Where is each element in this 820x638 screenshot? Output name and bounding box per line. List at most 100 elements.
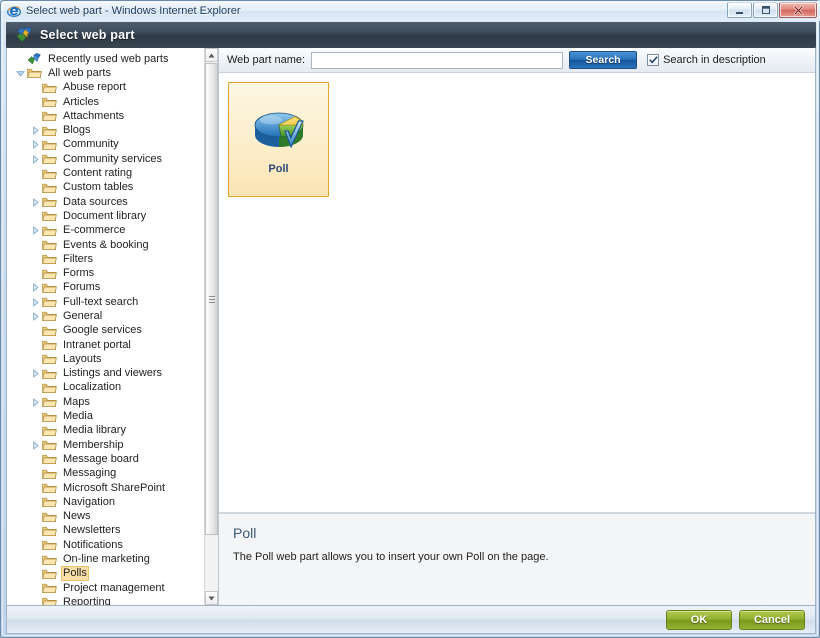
tree-item-abuse-report[interactable]: Abuse report bbox=[7, 81, 205, 95]
chevron-right-icon[interactable] bbox=[29, 396, 42, 409]
folder-icon bbox=[42, 167, 57, 180]
tree-item-on-line-marketing[interactable]: On-line marketing bbox=[7, 552, 205, 566]
cancel-button[interactable]: Cancel bbox=[739, 609, 805, 630]
search-in-description-checkbox[interactable] bbox=[647, 54, 660, 66]
tree-item-articles[interactable]: Articles bbox=[7, 95, 205, 109]
window-title: Select web part - Windows Internet Explo… bbox=[26, 5, 241, 17]
tree-item-label: Maps bbox=[63, 395, 90, 408]
chevron-down-icon[interactable] bbox=[14, 67, 27, 80]
tree-item-full-text-search[interactable]: Full-text search bbox=[7, 295, 205, 309]
chevron-right-icon[interactable] bbox=[29, 124, 42, 137]
tree-item-all-web-parts[interactable]: All web parts bbox=[7, 66, 205, 80]
tree-item-microsoft-sharepoint[interactable]: Microsoft SharePoint bbox=[7, 481, 205, 495]
close-button[interactable] bbox=[779, 2, 817, 18]
folder-icon bbox=[42, 467, 57, 480]
tree-item-community[interactable]: Community bbox=[7, 138, 205, 152]
tree-item-label: Google services bbox=[63, 324, 142, 337]
tree-item-forums[interactable]: Forums bbox=[7, 281, 205, 295]
categories-tree[interactable]: Recently used web parts All web parts Abus… bbox=[7, 48, 205, 605]
tree-item-forms[interactable]: Forms bbox=[7, 266, 205, 280]
tree-item-label: Listings and viewers bbox=[63, 367, 163, 380]
chevron-right-icon[interactable] bbox=[29, 196, 42, 209]
tree-item-layouts[interactable]: Layouts bbox=[7, 352, 205, 366]
folder-icon bbox=[27, 67, 42, 80]
tree-item-blogs[interactable]: Blogs bbox=[7, 123, 205, 137]
maximize-button[interactable] bbox=[753, 2, 778, 18]
tree-item-reporting[interactable]: Reporting bbox=[7, 595, 205, 605]
tree-item-newsletters[interactable]: Newsletters bbox=[7, 524, 205, 538]
tree-item-attachments[interactable]: Attachments bbox=[7, 109, 205, 123]
scroll-up-button[interactable] bbox=[205, 48, 218, 62]
search-button[interactable]: Search bbox=[569, 51, 638, 69]
tree-item-intranet-portal[interactable]: Intranet portal bbox=[7, 338, 205, 352]
folder-icon bbox=[42, 239, 57, 252]
tree-item-label: Full-text search bbox=[63, 295, 139, 308]
internet-explorer-icon bbox=[7, 6, 21, 18]
minimize-button[interactable] bbox=[727, 2, 752, 18]
tree-item-media[interactable]: Media bbox=[7, 409, 205, 423]
folder-icon bbox=[42, 381, 57, 394]
tree-vertical-scrollbar[interactable] bbox=[204, 48, 218, 605]
tree-item-document-library[interactable]: Document library bbox=[7, 209, 205, 223]
tree-item-label: Navigation bbox=[63, 495, 115, 508]
webpart-tile-poll[interactable]: Poll bbox=[228, 82, 329, 197]
ok-button[interactable]: OK bbox=[666, 609, 732, 630]
chevron-right-icon[interactable] bbox=[29, 138, 42, 151]
tree-item-community-services[interactable]: Community services bbox=[7, 152, 205, 166]
recent-webparts-icon bbox=[27, 52, 42, 66]
tree-item-message-board[interactable]: Message board bbox=[7, 452, 205, 466]
tree-item-e-commerce[interactable]: E-commerce bbox=[7, 224, 205, 238]
dialog-footer: OK Cancel bbox=[6, 606, 816, 634]
chevron-right-icon[interactable] bbox=[29, 310, 42, 323]
folder-icon bbox=[42, 353, 57, 366]
chevron-right-icon[interactable] bbox=[29, 281, 42, 294]
folder-icon bbox=[42, 138, 57, 151]
web-part-puzzle-icon bbox=[16, 26, 32, 42]
tree-item-content-rating[interactable]: Content rating bbox=[7, 166, 205, 180]
folder-icon bbox=[42, 196, 57, 209]
folder-icon bbox=[42, 224, 57, 237]
tree-item-listings-and-viewers[interactable]: Listings and viewers bbox=[7, 367, 205, 381]
folder-icon bbox=[42, 410, 57, 423]
tree-item-messaging[interactable]: Messaging bbox=[7, 467, 205, 481]
tree-item-data-sources[interactable]: Data sources bbox=[7, 195, 205, 209]
tree-item-label: General bbox=[63, 309, 103, 322]
tree-item-project-management[interactable]: Project management bbox=[7, 581, 205, 595]
tree-item-media-library[interactable]: Media library bbox=[7, 424, 205, 438]
tree-item-label: Forms bbox=[63, 267, 95, 280]
tree-item-events-booking[interactable]: Events & booking bbox=[7, 238, 205, 252]
tree-item-label: Message board bbox=[63, 452, 139, 465]
tree-item-custom-tables[interactable]: Custom tables bbox=[7, 181, 205, 195]
tree-item-recently-used-web-parts[interactable]: Recently used web parts bbox=[7, 52, 205, 66]
tree-item-general[interactable]: General bbox=[7, 309, 205, 323]
chevron-right-icon[interactable] bbox=[29, 367, 42, 380]
detail-description: The Poll web part allows you to insert y… bbox=[233, 551, 549, 563]
tree-item-localization[interactable]: Localization bbox=[7, 381, 205, 395]
chevron-right-icon[interactable] bbox=[29, 439, 42, 452]
tree-item-filters[interactable]: Filters bbox=[7, 252, 205, 266]
search-input[interactable] bbox=[311, 51, 564, 69]
folder-icon bbox=[42, 596, 57, 605]
tree-scrollbar-thumb[interactable] bbox=[205, 63, 218, 535]
tree-item-google-services[interactable]: Google services bbox=[7, 324, 205, 338]
tree-item-label: Data sources bbox=[63, 195, 128, 208]
chevron-right-icon[interactable] bbox=[29, 224, 42, 237]
search-in-description-option[interactable]: Search in description bbox=[647, 54, 766, 66]
tree-item-notifications[interactable]: Notifications bbox=[7, 538, 205, 552]
folder-icon bbox=[42, 567, 57, 580]
scroll-down-button[interactable] bbox=[205, 591, 218, 605]
tree-item-navigation[interactable]: Navigation bbox=[7, 495, 205, 509]
chevron-right-icon[interactable] bbox=[29, 153, 42, 166]
tree-item-news[interactable]: News bbox=[7, 510, 205, 524]
tree-item-polls[interactable]: Polls bbox=[7, 566, 205, 582]
tree-item-membership[interactable]: Membership bbox=[7, 438, 205, 452]
chevron-right-icon[interactable] bbox=[29, 296, 42, 309]
tree-item-maps[interactable]: Maps bbox=[7, 395, 205, 409]
